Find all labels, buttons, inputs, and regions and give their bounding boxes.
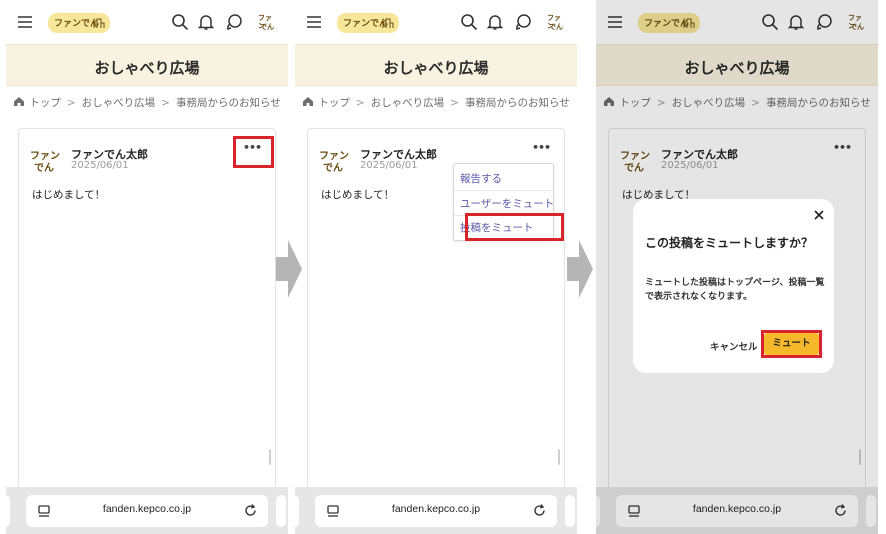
breadcrumb-separator: >: [161, 97, 170, 109]
hamburger-menu-icon[interactable]: [305, 13, 323, 31]
url-text: fanden.kepco.co.jp: [102, 503, 192, 515]
dialog-message: ミュートした投稿はトップページ、投稿一覧で表示されなくなります。: [645, 278, 825, 302]
user-avatar[interactable]: ファン でん: [543, 11, 567, 35]
tab-edge: [276, 495, 286, 527]
modal-overlay[interactable]: この投稿をミュートしますか？ ミュートした投稿はトップページ、投稿一覧で表示され…: [596, 0, 878, 534]
dialog-title: この投稿をミュートしますか？: [645, 236, 814, 250]
tab-edge: [295, 495, 299, 527]
screen-step-2: ファンでん ファン でん おしゃべり広場 トップ > おしゃべり広場 > 事務局からのお…: [295, 0, 577, 534]
highlight-box: [761, 330, 822, 358]
browser-bottom-bar: fanden.kepco.co.jp: [295, 487, 577, 534]
address-bar[interactable]: fanden.kepco.co.jp: [315, 495, 557, 527]
scrollbar[interactable]: [558, 449, 560, 465]
step-arrow-icon: [567, 240, 593, 298]
home-icon: [303, 97, 313, 106]
tab-edge: [565, 495, 575, 527]
avatar-text-top: ファン: [319, 151, 349, 162]
breadcrumb-separator: >: [450, 97, 459, 109]
avatar-text-top: ファン: [30, 151, 60, 162]
post-date: 2025/06/01: [360, 160, 418, 171]
screen-step-3: ファンでん ファン でん おしゃべり広場 トップ > おしゃべり広場 > 事務局からのお…: [596, 0, 878, 534]
scrollbar[interactable]: [269, 449, 271, 465]
breadcrumb: トップ > おしゃべり広場 > 事務局からのお知らせ: [302, 95, 577, 109]
post-date: 2025/06/01: [71, 160, 129, 171]
breadcrumb-separator: >: [355, 97, 365, 109]
top-bar: ファンでん ファン でん: [295, 0, 577, 44]
post-author-avatar[interactable]: ファン でん: [316, 143, 354, 179]
reload-icon[interactable]: [243, 503, 258, 518]
breadcrumb-separator: >: [66, 97, 76, 109]
page-title-band: おしゃべり広場: [295, 44, 577, 86]
breadcrumb-item-square[interactable]: おしゃべり広場: [82, 97, 156, 109]
post-body: はじめまして！: [321, 189, 395, 201]
bell-icon[interactable]: [486, 13, 504, 31]
cancel-button[interactable]: キャンセル: [710, 339, 758, 353]
breadcrumb-item-top[interactable]: トップ: [318, 97, 350, 109]
post-body: はじめまして！: [32, 189, 106, 201]
hamburger-menu-icon[interactable]: [16, 13, 34, 31]
avatar-text-bottom: でん: [260, 23, 274, 31]
avatar-text-bottom: でん: [323, 163, 343, 174]
highlight-box: [233, 136, 274, 168]
screen-step-1: ファンでん ファン でん おしゃべり広場 トップ > おしゃべり広場 > 事務局からのお…: [6, 0, 288, 534]
top-bar: ファンでん ファン でん: [6, 0, 288, 44]
address-bar[interactable]: fanden.kepco.co.jp: [26, 495, 268, 527]
search-icon[interactable]: [460, 13, 478, 31]
highlight-box: [465, 213, 564, 241]
page-title: おしゃべり広場: [94, 59, 200, 77]
step-arrow-icon: [276, 240, 302, 298]
bell-icon[interactable]: [197, 13, 215, 31]
breadcrumb-item-notice[interactable]: 事務局からのお知らせ: [465, 97, 570, 109]
building-icon: [382, 18, 394, 28]
breadcrumb-item-top[interactable]: トップ: [29, 97, 61, 109]
page-title: おしゃべり広場: [383, 59, 489, 77]
breadcrumb: トップ > おしゃべり広場 > 事務局からのお知らせ: [13, 95, 288, 109]
post-card: ファン でん ファンでん太郎 2025/06/01 はじめまして！ ••• 報告…: [307, 128, 565, 490]
url-text: fanden.kepco.co.jp: [391, 503, 481, 515]
app-logo[interactable]: ファンでん: [48, 13, 110, 33]
avatar-text-bottom: でん: [34, 163, 54, 174]
tab-edge: [6, 495, 10, 527]
browser-bottom-bar: fanden.kepco.co.jp: [6, 487, 288, 534]
search-icon[interactable]: [171, 13, 189, 31]
reload-icon[interactable]: [532, 503, 547, 518]
breadcrumb-item-square[interactable]: おしゃべり広場: [371, 97, 445, 109]
mute-confirm-dialog: この投稿をミュートしますか？ ミュートした投稿はトップページ、投稿一覧で表示され…: [633, 199, 834, 373]
page-title-band: おしゃべり広場: [6, 44, 288, 86]
app-logo[interactable]: ファンでん: [337, 13, 399, 33]
building-icon: [93, 18, 105, 28]
home-icon: [14, 97, 24, 106]
menu-item-report[interactable]: 報告する: [460, 171, 502, 186]
breadcrumb-item-notice[interactable]: 事務局からのお知らせ: [176, 97, 281, 109]
chat-icon[interactable]: [225, 13, 243, 31]
more-options-button[interactable]: •••: [531, 142, 551, 157]
chat-icon[interactable]: [514, 13, 532, 31]
menu-divider: [454, 190, 553, 191]
menu-item-mute-user[interactable]: ユーザーをミュート: [460, 196, 554, 211]
post-author-avatar[interactable]: ファン でん: [27, 143, 65, 179]
post-card: ファン でん ファンでん太郎 2025/06/01 はじめまして！ •••: [18, 128, 276, 490]
user-avatar[interactable]: ファン でん: [254, 11, 278, 35]
close-icon[interactable]: [813, 209, 825, 221]
avatar-text-bottom: でん: [549, 23, 563, 31]
